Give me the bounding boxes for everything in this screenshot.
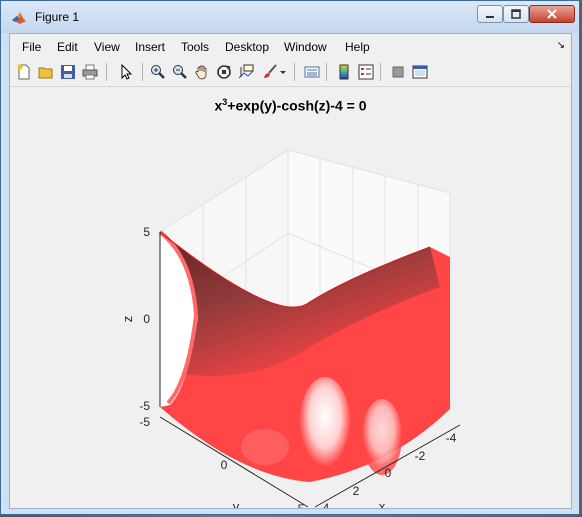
y-axis-label: y <box>233 499 240 508</box>
dock-arrow-icon[interactable]: ↘ <box>557 40 565 51</box>
y-tick-label: 0 <box>221 458 228 472</box>
maximize-icon <box>511 9 521 19</box>
zoom-out-icon[interactable] <box>170 62 190 82</box>
print-icon[interactable] <box>80 62 100 82</box>
x-tick-label: 4 <box>323 501 330 508</box>
maximize-button[interactable] <box>503 5 529 23</box>
title-bar[interactable]: Figure 1 <box>1 1 579 33</box>
menu-window[interactable]: Window <box>284 40 327 54</box>
x-tick-label: -4 <box>446 431 457 445</box>
y-tick-label: -5 <box>139 415 150 429</box>
toolbar-separator <box>380 63 381 81</box>
toolbar-separator <box>142 63 143 81</box>
hide-plot-tools-icon[interactable] <box>388 62 408 82</box>
figure-window: Figure 1 File Edit View Insert Tools Des… <box>0 0 580 515</box>
x-tick-label: 0 <box>385 466 392 480</box>
menu-file[interactable]: File <box>22 40 41 54</box>
legend-icon[interactable] <box>356 62 376 82</box>
menu-edit[interactable]: Edit <box>57 40 78 54</box>
brush-dropdown-icon[interactable] <box>278 62 288 82</box>
zoom-in-icon[interactable] <box>148 62 168 82</box>
axes-panel[interactable]: x3+exp(y)-cosh(z)-4 = 0 5 0 -5 z -5 0 y … <box>10 87 571 508</box>
x-tick-label: -2 <box>415 449 426 463</box>
brush-icon[interactable] <box>260 62 280 82</box>
figure-client-area: File Edit View Insert Tools Desktop Wind… <box>9 33 572 509</box>
new-figure-icon[interactable] <box>14 62 34 82</box>
menu-view[interactable]: View <box>94 40 120 54</box>
toolbar-separator <box>106 63 107 81</box>
menu-insert[interactable]: Insert <box>135 40 165 54</box>
minimize-icon <box>486 16 494 18</box>
show-plot-tools-icon[interactable] <box>410 62 430 82</box>
menu-desktop[interactable]: Desktop <box>225 40 269 54</box>
toolbar-separator <box>326 63 327 81</box>
rotate-3d-icon[interactable] <box>214 62 234 82</box>
menu-tools[interactable]: Tools <box>181 40 209 54</box>
y-tick-label: 5 <box>298 502 305 508</box>
z-tick-label: -5 <box>139 399 150 413</box>
close-button[interactable] <box>529 5 575 23</box>
close-icon <box>547 9 557 19</box>
matlab-logo-icon <box>12 12 26 24</box>
z-tick-label: 0 <box>143 312 150 326</box>
data-cursor-icon[interactable] <box>236 62 256 82</box>
minimize-button[interactable] <box>477 5 503 23</box>
menu-bar: File Edit View Insert Tools Desktop Wind… <box>10 34 571 58</box>
z-axis: 5 0 -5 z <box>120 225 150 413</box>
menu-help[interactable]: Help <box>345 40 370 54</box>
surface-plot[interactable]: 5 0 -5 z -5 0 5 y -4 -2 0 2 <box>10 87 571 508</box>
x-tick-label: 2 <box>353 484 360 498</box>
link-plot-icon[interactable] <box>302 62 322 82</box>
z-axis-label: z <box>120 316 135 323</box>
pan-hand-icon[interactable] <box>192 62 212 82</box>
colorbar-icon[interactable] <box>334 62 354 82</box>
edit-plot-arrow-icon[interactable] <box>116 62 136 82</box>
window-title: Figure 1 <box>35 10 80 24</box>
open-file-icon[interactable] <box>36 62 56 82</box>
toolbar-separator <box>294 63 295 81</box>
z-tick-label: 5 <box>143 225 150 239</box>
x-axis-label: x <box>379 499 386 508</box>
figure-toolbar <box>10 58 571 87</box>
save-icon[interactable] <box>58 62 78 82</box>
